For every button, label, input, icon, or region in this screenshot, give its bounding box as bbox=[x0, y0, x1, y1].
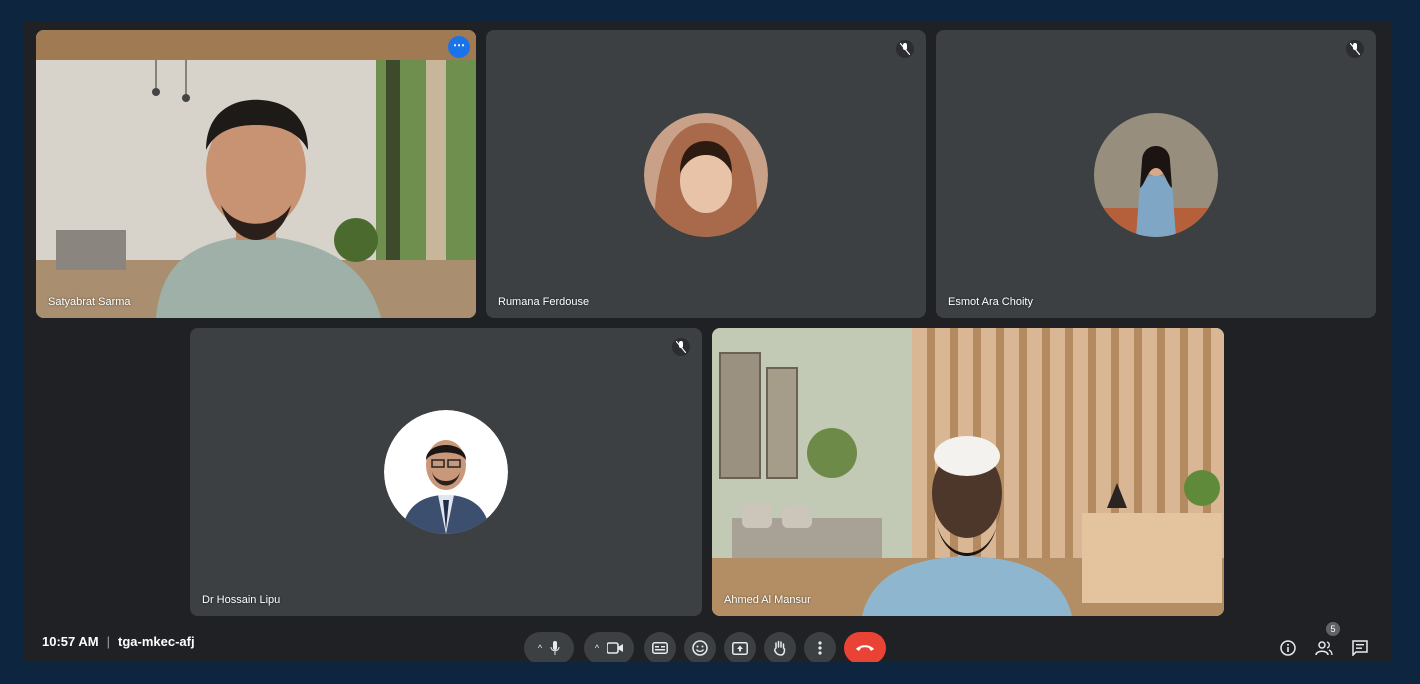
meeting-info: 10:57 AM | tga-mkec-afj bbox=[42, 634, 195, 649]
more-options-icon bbox=[818, 641, 822, 655]
control-bar: 10:57 AM | tga-mkec-afj ^ ^ 5 bbox=[24, 622, 1392, 662]
participant-name: Rumana Ferdouse bbox=[498, 296, 590, 308]
microphone-icon[interactable] bbox=[550, 641, 560, 655]
present-button[interactable] bbox=[724, 632, 756, 662]
present-screen-icon bbox=[732, 641, 748, 655]
meeting-stage: ⋯ Satyabrat Sarma Rumana Ferdouse Esmot … bbox=[24, 22, 1392, 662]
participant-name: Satyabrat Sarma bbox=[48, 296, 131, 308]
video-feed-ahmed bbox=[712, 328, 1224, 616]
end-call-icon bbox=[856, 645, 874, 651]
participant-name: Ahmed Al Mansur bbox=[724, 594, 811, 606]
participant-tile-ahmed[interactable]: Ahmed Al Mansur bbox=[712, 328, 1224, 616]
mic-off-icon bbox=[672, 338, 690, 356]
participant-tile-satyabrat[interactable]: ⋯ Satyabrat Sarma bbox=[36, 30, 476, 318]
participant-count-badge: 5 bbox=[1326, 622, 1340, 636]
participant-avatar bbox=[644, 113, 768, 237]
chat-button[interactable] bbox=[1346, 634, 1374, 662]
meeting-code: tga-mkec-afj bbox=[118, 634, 195, 649]
end-call-button[interactable] bbox=[844, 632, 886, 662]
mic-off-icon bbox=[896, 40, 914, 58]
info-icon bbox=[1280, 640, 1296, 656]
meeting-time: 10:57 AM bbox=[42, 634, 99, 649]
chevron-up-icon[interactable]: ^ bbox=[595, 643, 599, 653]
people-button[interactable]: 5 bbox=[1310, 622, 1340, 662]
raise-hand-icon bbox=[773, 640, 786, 656]
people-icon bbox=[1315, 641, 1333, 656]
microphone-control[interactable]: ^ bbox=[524, 632, 574, 662]
captions-button[interactable] bbox=[644, 632, 676, 662]
emoji-button[interactable] bbox=[684, 632, 716, 662]
chevron-up-icon[interactable]: ^ bbox=[538, 643, 542, 653]
participant-avatar bbox=[384, 410, 508, 534]
mic-off-icon bbox=[1346, 40, 1364, 58]
raise-hand-button[interactable] bbox=[764, 632, 796, 662]
captions-icon bbox=[652, 642, 668, 654]
video-feed-satyabrat bbox=[36, 30, 476, 318]
camera-icon[interactable] bbox=[607, 642, 624, 654]
meeting-details-button[interactable] bbox=[1274, 634, 1302, 662]
participant-tile-hossain[interactable]: Dr Hossain Lipu bbox=[190, 328, 702, 616]
emoji-icon bbox=[692, 640, 708, 656]
participant-options-button[interactable]: ⋯ bbox=[448, 36, 470, 58]
participant-name: Esmot Ara Choity bbox=[948, 296, 1033, 308]
participant-name: Dr Hossain Lipu bbox=[202, 594, 281, 606]
participant-tile-rumana[interactable]: Rumana Ferdouse bbox=[486, 30, 926, 318]
separator: | bbox=[106, 634, 110, 649]
more-options-button[interactable] bbox=[804, 632, 836, 662]
camera-control[interactable]: ^ bbox=[584, 632, 634, 662]
participant-avatar bbox=[1094, 113, 1218, 237]
participant-tile-esmot[interactable]: Esmot Ara Choity bbox=[936, 30, 1376, 318]
chat-icon bbox=[1352, 640, 1368, 656]
